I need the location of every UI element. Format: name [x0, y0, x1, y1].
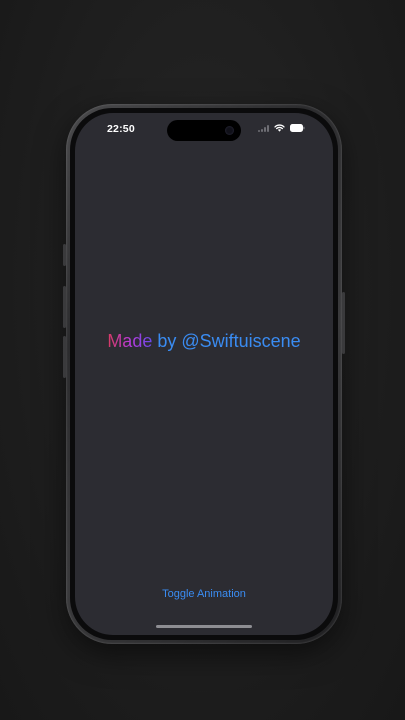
volume-down-button	[63, 336, 66, 378]
dynamic-island	[167, 120, 241, 141]
toggle-animation-button[interactable]: Toggle Animation	[75, 587, 333, 601]
wifi-icon	[274, 124, 285, 132]
status-icons	[258, 124, 305, 132]
home-indicator[interactable]	[156, 625, 252, 628]
signal-icon	[258, 124, 269, 132]
power-button	[342, 292, 345, 354]
volume-up-button	[63, 286, 66, 328]
stage-background: 22:50 Made by @Swiftuiscene Toggle Anima…	[0, 0, 405, 720]
status-time: 22:50	[107, 123, 135, 135]
credit-label: Made by @Swiftuiscene	[75, 331, 333, 352]
phone-frame: 22:50 Made by @Swiftuiscene Toggle Anima…	[63, 104, 345, 644]
status-bar: 22:50	[75, 113, 333, 149]
credit-highlight-text: Made	[107, 331, 153, 351]
credit-rest-text: by @Swiftuiscene	[152, 331, 301, 351]
phone-screen: 22:50 Made by @Swiftuiscene Toggle Anima…	[75, 113, 333, 635]
camera-icon	[225, 126, 234, 135]
battery-icon	[290, 124, 305, 132]
action-button	[63, 244, 66, 266]
